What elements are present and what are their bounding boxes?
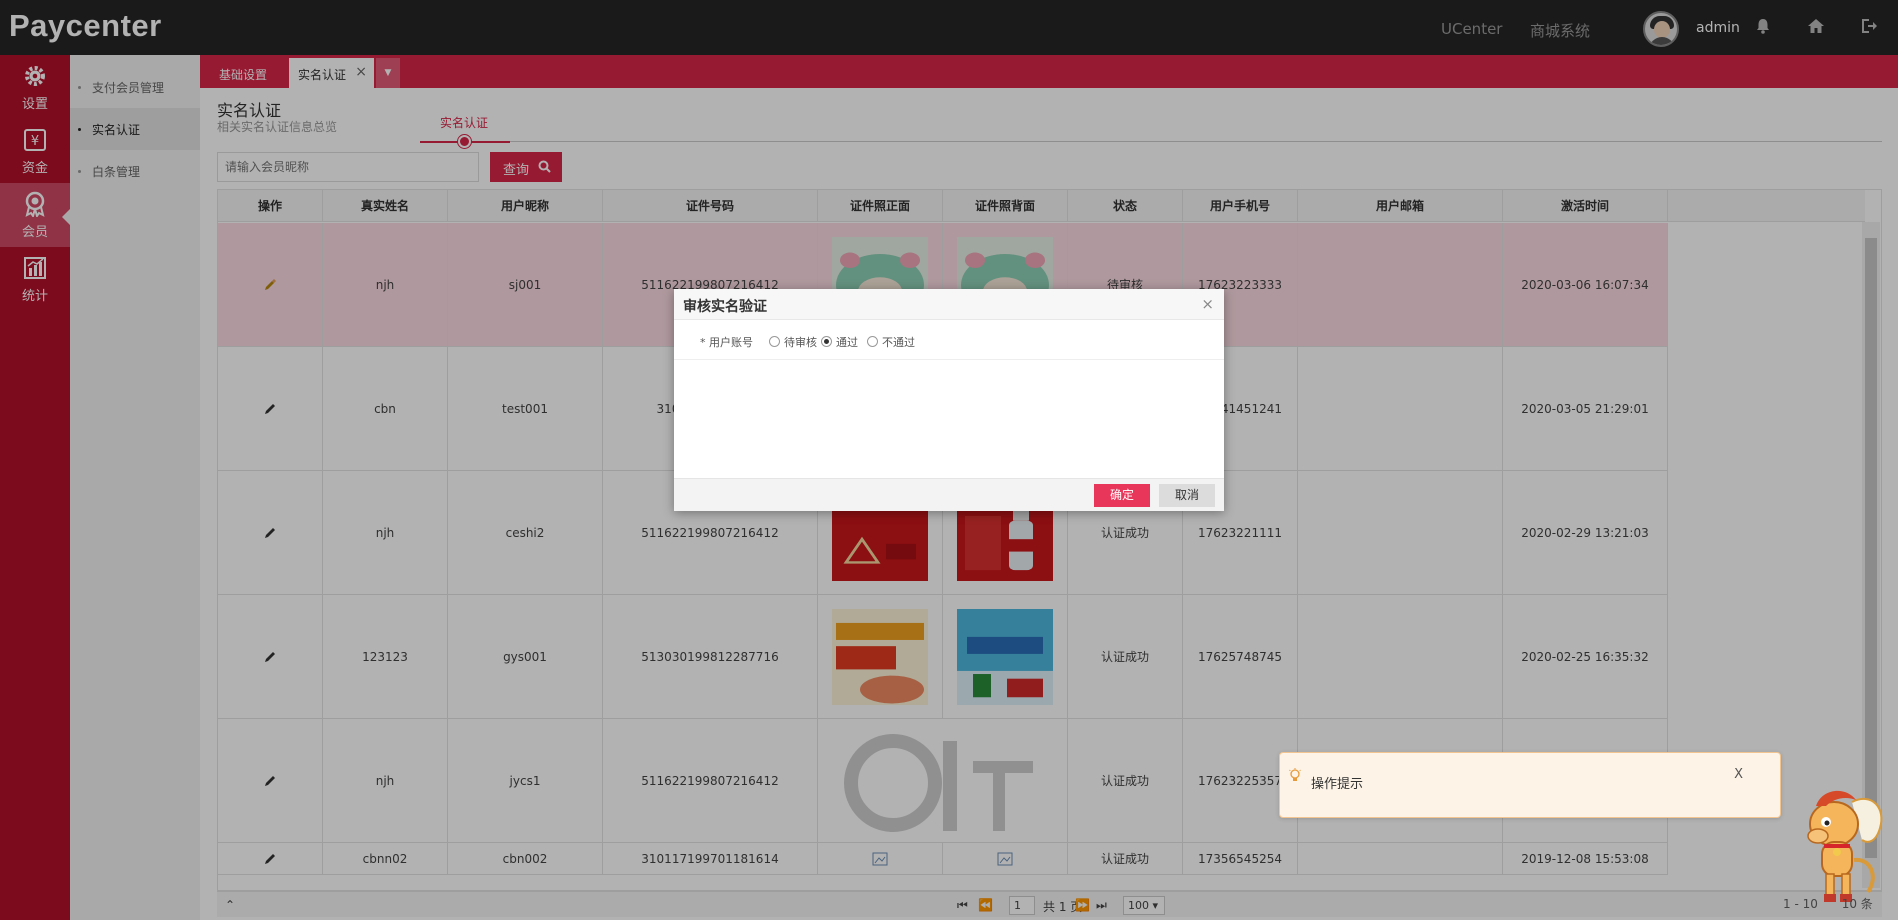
dialog-header: 审核实名验证 × [674,289,1224,320]
status-field: * 用户账号 待审核 通过 不通过 [674,320,1224,360]
confirm-button[interactable]: 确定 [1094,484,1150,507]
mascot-pony-icon[interactable] [1782,782,1888,912]
close-icon[interactable]: × [1201,295,1214,313]
radio-label[interactable]: 待审核 [784,334,817,350]
pager-summary: 1 - 10 10 条 [1783,895,1873,912]
field-label: * 用户账号 [700,336,753,349]
operation-tip-toast: 操作提示 X [1279,752,1781,818]
radio-label[interactable]: 不通过 [882,334,915,350]
toast-text: 操作提示 [1311,777,1364,792]
dialog-footer: 确定 取消 [674,478,1224,511]
radio-pending[interactable] [769,336,780,347]
lightbulb-icon [1289,768,1301,781]
radio-reject[interactable] [867,336,878,347]
dialog-title: 审核实名验证 [683,299,767,315]
record-count: 10 条 [1841,897,1873,911]
review-dialog: 审核实名验证 × * 用户账号 待审核 通过 不通过 确定 取消 [674,289,1224,511]
toast-close-button[interactable]: X [1734,767,1743,782]
radio-label[interactable]: 通过 [836,334,858,350]
cancel-button[interactable]: 取消 [1159,484,1215,507]
record-range: 1 - 10 [1783,897,1818,911]
radio-approve[interactable] [821,336,832,347]
